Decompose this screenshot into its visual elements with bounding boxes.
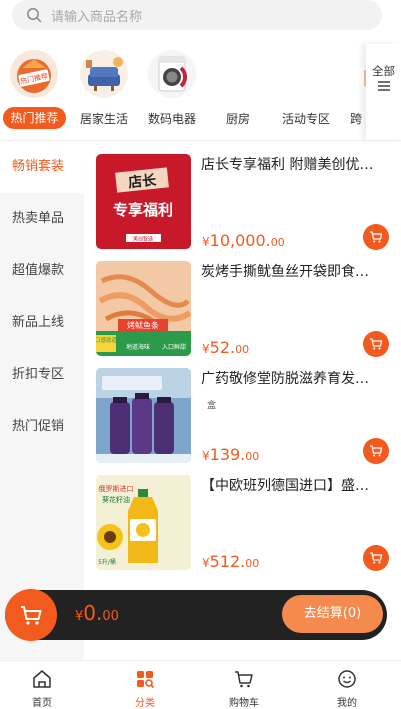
sidebar-item-discounts[interactable]: 折扣专区 [0, 349, 84, 401]
price-decimal: 00 [235, 343, 250, 356]
price-integer: 512. [209, 552, 246, 571]
category-label-hot: 热门推荐 [3, 107, 66, 129]
price-integer: 139. [209, 445, 246, 464]
shopping-cart-icon [21, 606, 42, 625]
price-decimal: 00 [245, 450, 260, 463]
all-categories-button[interactable]: 全部 [366, 44, 401, 140]
category-hot[interactable]: 热门推荐 热门推荐 [0, 44, 68, 134]
hot-category-image: 热门推荐 [10, 50, 58, 98]
cart-icon [235, 671, 253, 688]
product-image-text: 入口鲜甜 [162, 343, 186, 351]
product-subtitle: 盒 [207, 401, 217, 411]
search-bar[interactable]: 请输入商品名称 [12, 0, 382, 30]
tab-category[interactable]: 分类 [105, 661, 185, 709]
category-icon [137, 671, 155, 689]
cart-icon [370, 552, 383, 564]
home-living-image [80, 50, 128, 98]
sidebar-item-bestseller-sets[interactable]: 畅销套装 [0, 141, 84, 193]
category-label-activity: 活动专区 [281, 112, 330, 126]
category-label-kitchen: 厨房 [225, 112, 250, 126]
product-title: 店长专享福利 附赠美创优… [201, 157, 374, 173]
all-categories-label: 全部 [372, 64, 395, 78]
product-image: 烤鱿鱼条 口感劲道 地道海味 入口鲜甜 [96, 261, 191, 356]
profile-icon [338, 670, 356, 688]
cart-total: ¥0.00 [75, 601, 119, 625]
price-integer: 10,000. [209, 231, 271, 250]
home-icon [33, 670, 51, 688]
product-card[interactable]: 俄罗斯进口 葵花籽油 5升/桶 【中欧班列德国进口】盛… ¥512.00 [96, 475, 396, 575]
category-label-home-living: 居家生活 [79, 112, 128, 126]
product-price: ¥512.00 [202, 552, 259, 571]
checkout-button[interactable]: 去结算(0) [282, 595, 383, 633]
tab-home[interactable]: 首页 [2, 661, 82, 709]
category-label-digital: 数码电器 [147, 112, 196, 126]
price-decimal: 00 [270, 236, 285, 249]
price-integer: 52. [209, 338, 236, 357]
category-activity[interactable]: 活动专区 [272, 44, 340, 134]
sidebar-item-value-hits[interactable]: 超值爆款 [0, 245, 84, 297]
total-integer: 0. [83, 601, 103, 625]
category-strip: 热门推荐 热门推荐 居家生活 数码电器 厨房 活动专区 跨 全部 [0, 44, 401, 140]
sidebar-item-promotions[interactable]: 热门促销 [0, 401, 84, 453]
add-to-cart-button[interactable] [363, 545, 389, 571]
product-image-text: 口感劲道 [96, 336, 117, 344]
tab-label: 购物车 [229, 698, 259, 709]
product-card[interactable]: 烤鱿鱼条 口感劲道 地道海味 入口鲜甜 炭烤手撕鱿鱼丝开袋即食… ¥52.00 [96, 261, 396, 361]
tab-label: 首页 [32, 698, 52, 709]
product-image-text: 葵花籽油 [102, 495, 130, 504]
checkout-bar: ¥0.00 去结算(0) [5, 589, 387, 641]
product-price: ¥10,000.00 [202, 231, 285, 250]
category-home-living[interactable]: 居家生活 [70, 44, 138, 134]
product-image-text: 烤鱿鱼条 [127, 320, 159, 330]
currency-symbol: ¥ [202, 449, 210, 463]
cart-icon [370, 338, 383, 350]
category-page: 请输入商品名称 热门推荐 热门推荐 居家生活 数码电器 厨房 活动专区 跨 全部… [0, 0, 401, 709]
cross-category-image [350, 50, 366, 98]
tab-label: 我的 [337, 698, 357, 709]
shopping-bag-button[interactable] [5, 589, 57, 641]
product-image: 店长 专享福利 美创智选 [96, 154, 191, 249]
currency-symbol: ¥ [202, 556, 210, 570]
cart-icon [370, 445, 383, 457]
tab-cart[interactable]: 购物车 [204, 661, 284, 709]
tab-label: 分类 [135, 698, 155, 709]
expand-icon [377, 81, 390, 91]
add-to-cart-button[interactable] [363, 438, 389, 464]
currency-symbol: ¥ [202, 235, 210, 249]
product-image [96, 368, 191, 463]
product-price: ¥139.00 [202, 445, 259, 464]
product-image-text: 美创智选 [133, 236, 153, 243]
category-digital[interactable]: 数码电器 [138, 44, 206, 134]
product-image-text: 5升/桶 [98, 558, 116, 566]
sidebar: 畅销套装 热卖单品 超值爆款 新品上线 折扣专区 热门促销 [0, 141, 84, 661]
product-title: 【中欧班列德国进口】盛… [201, 478, 369, 494]
product-price: ¥52.00 [202, 338, 249, 357]
product-image-text: 专享福利 [113, 201, 173, 219]
product-card[interactable]: 店长 专享福利 美创智选 店长专享福利 附赠美创优… ¥10,000.00 [96, 154, 396, 254]
product-image: 俄罗斯进口 葵花籽油 5升/桶 [96, 475, 191, 570]
add-to-cart-button[interactable] [363, 224, 389, 250]
price-decimal: 00 [245, 557, 260, 570]
currency-symbol: ¥ [202, 342, 210, 356]
bottom-tab-bar: 首页 分类 购物车 我的 [0, 660, 401, 709]
product-image-text: 俄罗斯进口 [99, 484, 134, 493]
sidebar-item-new-arrivals[interactable]: 新品上线 [0, 297, 84, 349]
product-title: 广药敬修堂防脱滋养育发… [201, 371, 369, 387]
digital-category-image [148, 50, 196, 98]
product-image-text: 店长 [127, 171, 158, 191]
cart-icon [370, 231, 383, 243]
add-to-cart-button[interactable] [363, 331, 389, 357]
search-icon [27, 8, 42, 23]
search-placeholder: 请输入商品名称 [51, 9, 143, 25]
category-kitchen[interactable]: 厨房 [204, 44, 272, 134]
product-card[interactable]: 广药敬修堂防脱滋养育发… 盒 ¥139.00 [96, 368, 396, 468]
product-title: 炭烤手撕鱿鱼丝开袋即食… [201, 264, 369, 280]
product-image-text: 地道海味 [126, 343, 150, 351]
category-cross[interactable]: 跨 [336, 44, 366, 134]
total-decimal: 00 [102, 609, 119, 624]
sidebar-item-hot-singles[interactable]: 热卖单品 [0, 193, 84, 245]
tab-profile[interactable]: 我的 [307, 661, 387, 709]
category-label-cross: 跨 [350, 112, 363, 126]
